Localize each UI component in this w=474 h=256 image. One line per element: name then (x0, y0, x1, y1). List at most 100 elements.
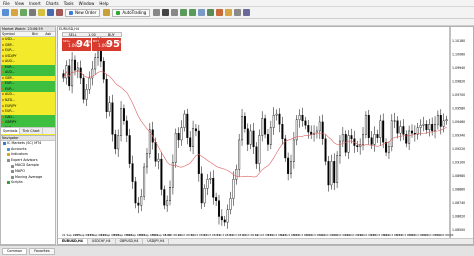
candle (344, 130, 347, 157)
new-order-button[interactable]: New Order (65, 8, 101, 17)
symbol-icon (2, 54, 4, 57)
bull-candle-body (145, 153, 148, 168)
autotrading-button[interactable]: AutoTrading (112, 8, 151, 17)
column-bid[interactable]: Bid (28, 32, 41, 36)
column-ask[interactable]: Ask (42, 32, 55, 36)
candle (111, 94, 114, 142)
menu-tools[interactable]: Tools (64, 0, 74, 7)
menu-help[interactable]: Help (99, 0, 108, 7)
bear-candle-body (163, 189, 166, 206)
candle (85, 83, 88, 107)
terminal-icon[interactable] (47, 9, 54, 16)
menu-window[interactable]: Window (79, 0, 95, 7)
chart-tab[interactable]: GBPUSD,H4 (116, 239, 144, 244)
candle (333, 153, 336, 191)
bull-candle-body (442, 120, 445, 127)
candle (102, 57, 105, 84)
candle (88, 71, 91, 94)
candle (264, 114, 267, 139)
candle (220, 209, 223, 226)
tab-tick-chart[interactable]: Tick Chart (20, 128, 43, 134)
navigator-icon[interactable] (38, 9, 45, 16)
candle (315, 126, 318, 139)
candle (295, 115, 298, 146)
y-tick-label: 1.08740 (452, 201, 465, 205)
candle (171, 154, 174, 195)
bear-candle-body (128, 135, 131, 164)
profiles-icon[interactable] (11, 9, 18, 16)
sell-label[interactable]: SELL (63, 33, 82, 37)
bear-candle-body (278, 113, 281, 125)
bull-candle-body (387, 146, 390, 153)
sell-button[interactable]: SELL 1.09 94 8 (62, 38, 91, 51)
candle (422, 116, 425, 132)
navigator-item[interactable]: Scripts (1, 180, 55, 186)
market-watch-rows: USD... GBP... EUR... USDJPY AUD... EUR... AUD.… (1, 37, 55, 137)
candle (370, 131, 373, 150)
candle (330, 154, 333, 190)
autoscroll-icon[interactable] (207, 9, 215, 16)
price-chart[interactable]: 1.10180 1.10060 1.09940 1.09820 1.09700 1.095… (58, 27, 474, 240)
candle (307, 120, 310, 139)
line-chart-icon[interactable] (171, 9, 179, 16)
periods-icon[interactable] (234, 9, 242, 16)
candle (232, 171, 235, 206)
tile-windows-icon[interactable] (198, 9, 206, 16)
symbol-name: EUR... (5, 81, 15, 86)
zoom-in-icon[interactable] (180, 9, 188, 16)
chart-tab[interactable]: USDJPY,H4 (143, 239, 170, 244)
bull-candle-body (229, 198, 232, 210)
candle (393, 112, 396, 129)
buy-button[interactable]: BUY 1.09 95 0 (92, 38, 121, 51)
bull-candle-body (258, 135, 261, 164)
indicators-icon[interactable] (225, 9, 233, 16)
chart-tab[interactable]: USDCHF,H4 (88, 239, 116, 244)
bar-chart-icon[interactable] (153, 9, 161, 16)
tab-symbols[interactable]: Symbols (1, 128, 21, 134)
candle (416, 122, 419, 140)
candle (223, 215, 226, 227)
tab-favorites[interactable]: Favorites (29, 247, 55, 255)
bull-candle-body (85, 89, 88, 100)
bear-candle-body (321, 121, 324, 140)
zoom-out-icon[interactable] (189, 9, 197, 16)
menu-file[interactable]: File (3, 0, 10, 7)
tab-common[interactable]: Common (2, 247, 28, 255)
bull-candle-body (436, 114, 439, 125)
bear-candle-body (376, 134, 379, 138)
bear-candle-body (137, 202, 140, 206)
candle (105, 73, 108, 119)
lot-size-field[interactable]: 1.00 (82, 33, 101, 37)
chart-tab[interactable]: EURUSD,H4 (58, 239, 88, 244)
tester-icon[interactable] (56, 9, 63, 16)
candle (364, 111, 367, 139)
data-window-icon[interactable] (29, 9, 36, 16)
chart-window[interactable]: 1.10180 1.10060 1.09940 1.09820 1.09700 1.095… (57, 26, 474, 245)
bear-candle-body (114, 134, 117, 150)
bear-candle-body (411, 130, 413, 134)
bear-candle-body (307, 125, 310, 133)
metaeditor-icon[interactable] (103, 9, 111, 16)
bear-candle-body (189, 137, 192, 147)
candle (287, 152, 290, 181)
bear-candle-body (154, 141, 157, 162)
bear-candle-body (431, 123, 434, 132)
menu-view[interactable]: View (15, 0, 25, 7)
symbol-name: EUR... (5, 86, 15, 91)
bull-candle-body (362, 134, 365, 145)
bull-candle-body (226, 209, 229, 223)
candle (399, 120, 402, 142)
navigator-item-icon (7, 181, 10, 185)
menu-charts[interactable]: Charts (46, 0, 59, 7)
chart-shift-icon[interactable] (216, 9, 224, 16)
bull-candle-body (330, 161, 333, 186)
candlestick-icon[interactable] (162, 9, 170, 16)
market-watch-icon[interactable] (20, 9, 27, 16)
templates-icon[interactable] (243, 9, 251, 16)
column-symbol[interactable]: Symbol (1, 32, 28, 36)
symbol-name: USDJPY (5, 53, 17, 58)
menu-insert[interactable]: Insert (29, 0, 40, 7)
bull-candle-body (203, 188, 206, 204)
new-chart-icon[interactable] (2, 9, 9, 16)
buy-label[interactable]: BUY (102, 33, 121, 37)
